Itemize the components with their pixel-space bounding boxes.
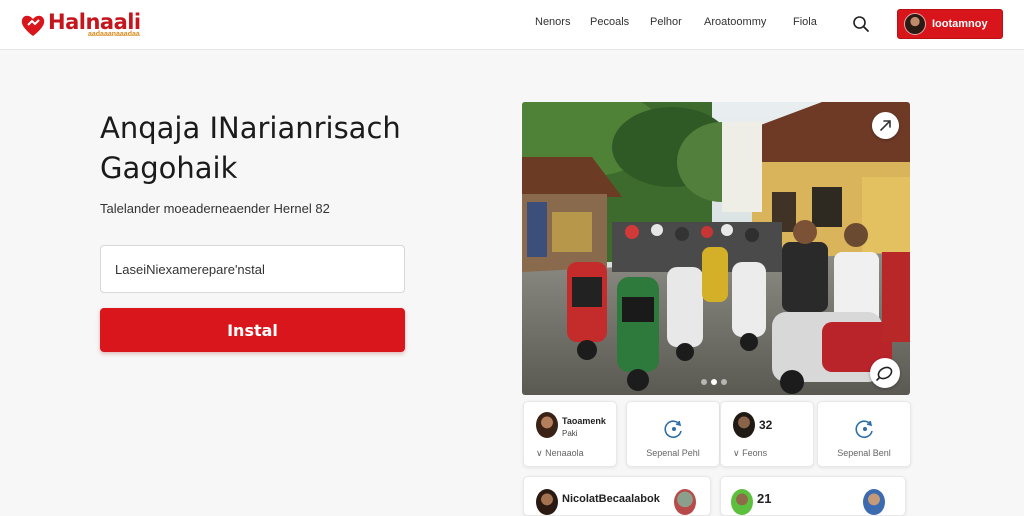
nav-item-aroatoommy[interactable]: Aroatoommy — [704, 16, 766, 28]
title-line-2: Gagohaik — [100, 151, 238, 185]
card-title: NicolatBecaalabok — [562, 493, 660, 505]
chevron-down-icon: ∨ — [536, 448, 543, 458]
hero-photo-street-scooters — [522, 102, 910, 395]
avatar — [674, 489, 696, 515]
avatar — [731, 489, 753, 515]
action-card-1[interactable]: Sepenal Pehl — [626, 401, 720, 467]
card-footer-label: Sepenal Pehl — [646, 448, 700, 458]
page-title: Anqaja INarianrisach Gagohaik — [100, 108, 480, 188]
refresh-icon — [664, 420, 682, 438]
profile-card-1[interactable]: Taoamenk Paki ∨ Nenaaola — [523, 401, 617, 467]
card-title: 21 — [757, 491, 772, 506]
carousel-dot[interactable] — [701, 379, 707, 385]
install-button[interactable]: Instal — [100, 308, 405, 352]
nav-item-fiola[interactable]: Fiola — [793, 16, 817, 28]
card-subtitle: Paki — [562, 429, 578, 438]
carousel-dot-active[interactable] — [711, 379, 717, 385]
card-footer-label: Sepenal Benl — [837, 448, 891, 458]
brand-logo[interactable]: Halnaali aadaaanaaadaa — [20, 10, 150, 42]
account-cta-button[interactable]: Iootamnoy — [897, 9, 1003, 39]
avatar — [904, 13, 926, 35]
search-icon[interactable] — [851, 14, 871, 34]
top-navigation-bar: Halnaali aadaaanaaadaa Nenors Pecoals Pe… — [0, 0, 1024, 50]
card-footer-label: Nenaaola — [545, 448, 584, 458]
card-title: Taoamenk — [562, 416, 606, 426]
nav-item-pecoals[interactable]: Pecoals — [590, 16, 629, 28]
carousel-dot[interactable] — [721, 379, 727, 385]
edit-icon[interactable] — [870, 358, 900, 388]
hero-subtitle: Talelander moeaderneaender Hernel 82 — [100, 201, 330, 216]
nav-item-nenors[interactable]: Nenors — [535, 16, 570, 28]
nav-item-pelhor[interactable]: Pelhor — [650, 16, 682, 28]
profile-card-3[interactable]: NicolatBecaalabok — [523, 476, 711, 516]
card-title: 32 — [759, 418, 773, 432]
refresh-icon — [855, 420, 873, 438]
avatar — [536, 412, 558, 438]
cta-label: Iootamnoy — [932, 18, 988, 30]
card-footer-label: Feons — [742, 448, 768, 458]
carousel-dots — [699, 378, 739, 386]
brand-tagline: aadaaanaaadaa — [88, 31, 140, 38]
avatar — [536, 489, 558, 515]
app-name-input[interactable] — [100, 245, 405, 293]
card-footer: ∨ Nenaaola — [536, 448, 628, 459]
expand-icon[interactable] — [872, 112, 899, 139]
chevron-down-icon: ∨ — [733, 448, 740, 458]
heart-logo-icon — [21, 15, 45, 36]
card-footer: ∨ Feons — [733, 448, 825, 459]
avatar — [733, 412, 755, 438]
profile-card-2[interactable]: 32 ∨ Feons — [720, 401, 814, 467]
avatar — [863, 489, 885, 515]
title-line-1: Anqaja INarianrisach — [100, 111, 401, 145]
profile-card-4[interactable]: 21 — [720, 476, 906, 516]
action-card-2[interactable]: Sepenal Benl — [817, 401, 911, 467]
